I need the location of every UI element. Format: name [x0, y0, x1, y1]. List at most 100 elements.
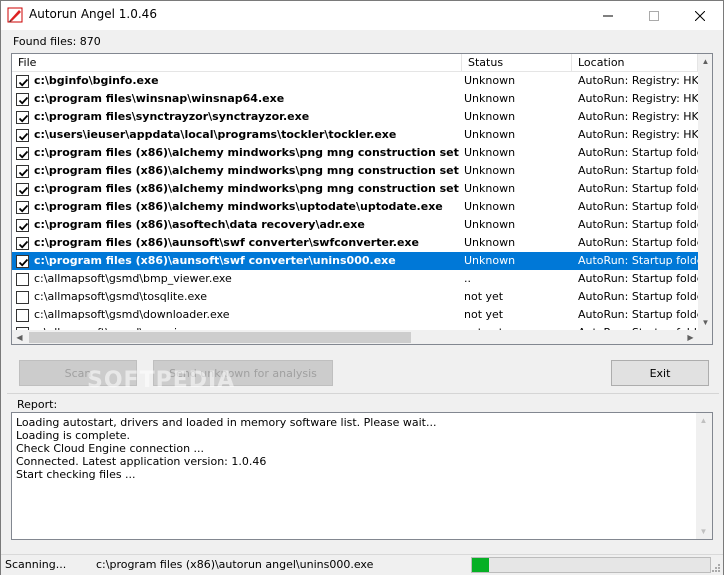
table-row[interactable]: c:\program files (x86)\alchemy mindworks… [12, 180, 698, 198]
checkbox-checked[interactable] [16, 183, 29, 196]
app-window: Autorun Angel 1.0.46 Found files: 870 Fi… [0, 0, 724, 575]
file-path-cell: c:\users\ieuser\appdata\local\programs\t… [34, 128, 397, 141]
close-icon [695, 10, 705, 21]
title-bar[interactable]: Autorun Angel 1.0.46 [1, 1, 723, 30]
checkmark-icon [18, 78, 29, 87]
table-row[interactable]: c:\program files (x86)\aunsoft\swf conve… [12, 252, 698, 270]
horizontal-scrollbar[interactable]: ◀ ▶ [12, 330, 698, 344]
list-body: c:\bginfo\bginfo.exe Unknown AutoRun: Regi… [12, 72, 698, 330]
scroll-right-icon[interactable]: ▶ [683, 330, 698, 344]
file-path-cell: c:\program files (x86)\aunsoft\swf conve… [34, 236, 419, 249]
table-row[interactable]: c:\program files\synctrayzor\synctrayzor… [12, 108, 698, 126]
file-path-cell: c:\program files (x86)\alchemy mindworks… [34, 146, 462, 159]
location-cell: AutoRun: Startup folder [578, 254, 698, 267]
minimize-icon [603, 15, 613, 16]
scroll-up-icon[interactable]: ▲ [698, 54, 712, 69]
file-path-cell: c:\program files (x86)\asoftech\data rec… [34, 218, 365, 231]
list-header: File Status Location [12, 54, 698, 72]
location-cell: AutoRun: Startup folder [578, 236, 698, 249]
file-path-cell: c:\program files (x86)\aunsoft\swf conve… [34, 254, 396, 267]
status-cell: Unknown [464, 218, 516, 231]
current-file-path: c:\program files (x86)\autorun angel\uni… [96, 558, 374, 571]
exit-button[interactable]: Exit [611, 360, 709, 386]
file-path-cell: c:\program files (x86)\alchemy mindworks… [34, 182, 462, 195]
file-path-cell: c:\allmapsoft\gsmd\tosqlite.exe [34, 290, 207, 303]
table-row[interactable]: c:\program files (x86)\alchemy mindworks… [12, 198, 698, 216]
file-path-cell: c:\program files (x86)\alchemy mindworks… [34, 164, 462, 177]
report-scrollbar[interactable]: ▲ ▼ [696, 413, 712, 539]
status-cell: not yet [464, 308, 504, 321]
report-log[interactable]: Loading autostart, drivers and loaded in… [11, 412, 713, 540]
table-row[interactable]: c:\program files (x86)\alchemy mindworks… [12, 162, 698, 180]
table-row[interactable]: c:\allmapsoft\gsmd\tosqlite.exe not yet A… [12, 288, 698, 306]
status-cell: Unknown [464, 74, 516, 87]
location-cell: AutoRun: Registry: HKE [578, 128, 698, 141]
checkbox-checked[interactable] [16, 111, 29, 124]
report-line: Check Cloud Engine connection ... [16, 442, 205, 455]
maximize-button[interactable] [631, 1, 677, 30]
report-line: Loading is complete. [16, 429, 131, 442]
column-header-status[interactable]: Status [462, 54, 572, 72]
table-row[interactable]: c:\bginfo\bginfo.exe Unknown AutoRun: Regi… [12, 72, 698, 90]
divider [7, 393, 719, 394]
checkbox-checked[interactable] [16, 165, 29, 178]
table-row[interactable]: c:\program files (x86)\alchemy mindworks… [12, 144, 698, 162]
location-cell: AutoRun: Startup folder [578, 218, 698, 231]
location-cell: AutoRun: Registry: HKE [578, 110, 698, 123]
checkmark-icon [18, 114, 29, 123]
table-row[interactable]: c:\program files (x86)\aunsoft\swf conve… [12, 234, 698, 252]
horizontal-scroll-thumb[interactable] [29, 332, 411, 343]
status-cell: Unknown [464, 146, 516, 159]
scroll-down-icon[interactable]: ▼ [696, 524, 711, 539]
table-row[interactable]: c:\users\ieuser\appdata\local\programs\t… [12, 126, 698, 144]
file-path-cell: c:\bginfo\bginfo.exe [34, 74, 159, 87]
column-header-location[interactable]: Location [572, 54, 698, 72]
scroll-up-icon[interactable]: ▲ [696, 413, 711, 428]
table-row[interactable]: c:\allmapsoft\gsmd\downloader.exe not ye… [12, 306, 698, 324]
scroll-down-icon[interactable]: ▼ [698, 315, 712, 330]
progress-fill [472, 558, 489, 572]
checkbox-checked[interactable] [16, 201, 29, 214]
vertical-scrollbar[interactable]: ▲ ▼ [698, 54, 712, 330]
scan-state: Scanning... [5, 558, 67, 571]
scroll-left-icon[interactable]: ◀ [12, 330, 27, 344]
checkbox-checked[interactable] [16, 147, 29, 160]
status-cell: Unknown [464, 128, 516, 141]
table-row[interactable]: c:\allmapsoft\gsmd\bmp_viewer.exe.. AutoR… [12, 270, 698, 288]
close-button[interactable] [677, 1, 723, 30]
checkbox-checked[interactable] [16, 237, 29, 250]
status-cell: not yet [464, 290, 504, 303]
report-line: Connected. Latest application version: 1… [16, 455, 267, 468]
checkmark-icon [18, 132, 29, 141]
resize-grip-icon[interactable] [711, 561, 721, 573]
progress-bar [471, 557, 711, 573]
file-list[interactable]: File Status Location c:\bginfo\bginfo.ex… [11, 53, 713, 345]
file-path-cell: c:\program files (x86)\alchemy mindworks… [34, 200, 443, 213]
status-cell: Unknown [464, 164, 516, 177]
location-cell: AutoRun: Startup folder [578, 308, 698, 321]
status-cell: Unknown [464, 110, 516, 123]
table-row[interactable]: c:\program files\winsnap\winsnap64.exe Un… [12, 90, 698, 108]
file-path-cell: c:\program files\synctrayzor\synctrayzor… [34, 110, 310, 123]
report-label: Report: [17, 398, 58, 411]
checkbox-checked[interactable] [16, 219, 29, 232]
status-cell: Unknown [464, 92, 516, 105]
checkbox-checked[interactable] [16, 129, 29, 142]
status-cell: .. [464, 272, 471, 285]
checkmark-icon [18, 168, 29, 177]
checkbox-unchecked[interactable] [16, 309, 29, 322]
minimize-button[interactable] [585, 1, 631, 30]
status-bar: Scanning... c:\program files (x86)\autor… [1, 554, 723, 575]
app-logo-icon [7, 7, 23, 23]
checkmark-icon [18, 258, 29, 267]
column-header-file[interactable]: File [12, 54, 462, 72]
checkbox-checked[interactable] [16, 255, 29, 268]
table-row[interactable]: c:\program files (x86)\asoftech\data rec… [12, 216, 698, 234]
checkbox-unchecked[interactable] [16, 273, 29, 286]
status-cell: Unknown [464, 200, 516, 213]
file-path-cell: c:\allmapsoft\gsmd\downloader.exe [34, 308, 230, 321]
checkbox-unchecked[interactable] [16, 291, 29, 304]
checkbox-checked[interactable] [16, 93, 29, 106]
checkbox-checked[interactable] [16, 75, 29, 88]
location-cell: AutoRun: Startup folder [578, 182, 698, 195]
